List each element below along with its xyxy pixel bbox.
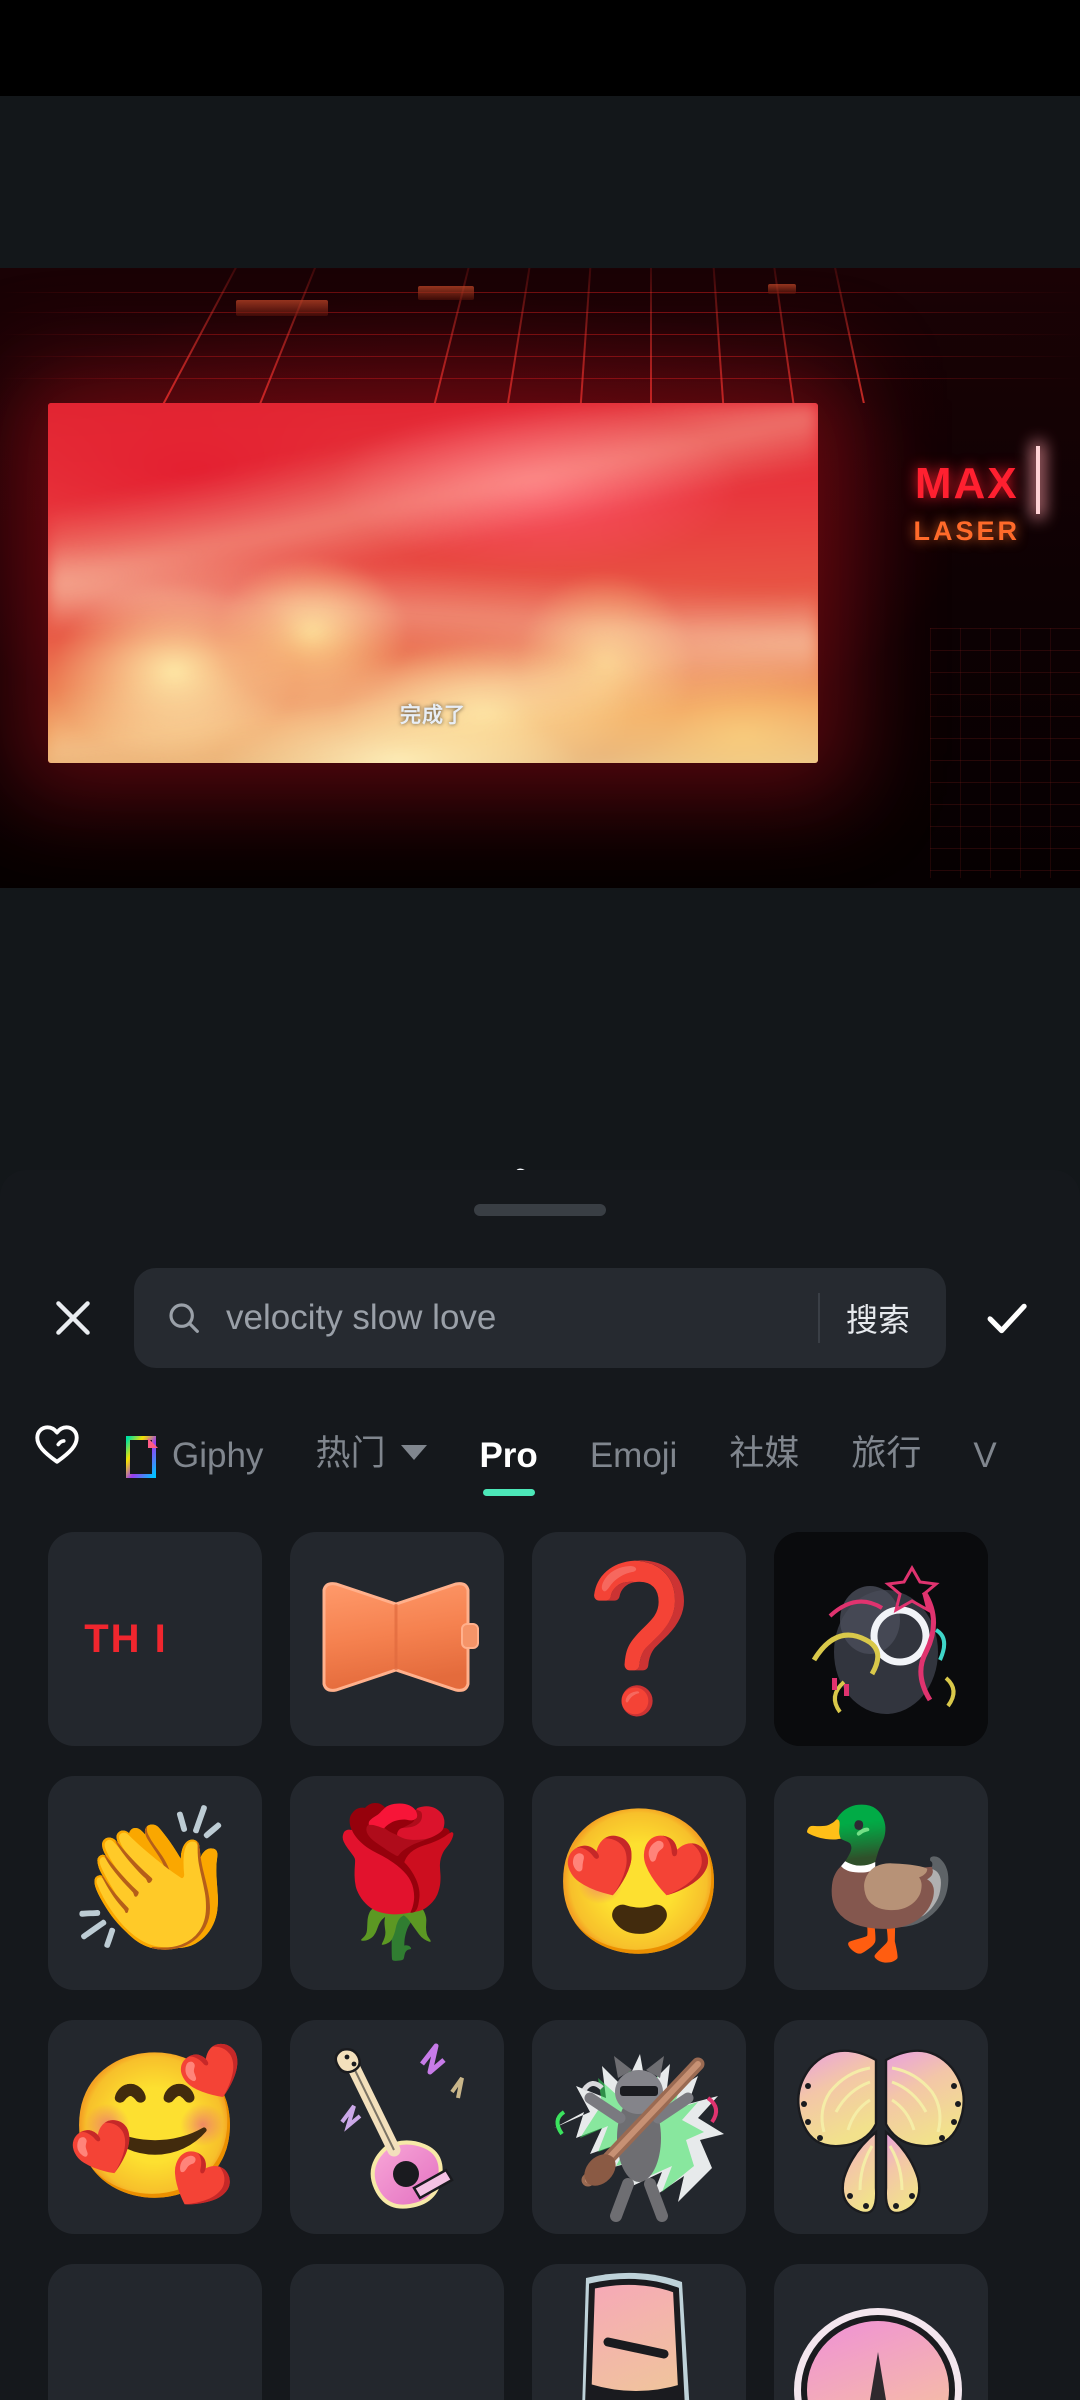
search-input[interactable] (204, 1298, 818, 1338)
placeholder-sticker[interactable] (48, 2264, 262, 2400)
tab-next-partial[interactable]: V (947, 1436, 1022, 1496)
sticker-picker-screen: 完成了 MAX LASER velocity slow love 搜索 Giph… (0, 0, 1080, 2400)
neon-graffiti-sticker[interactable] (774, 1532, 988, 1746)
sign-line-2: LASER (913, 515, 1020, 546)
tab-pro[interactable]: Pro (453, 1436, 563, 1496)
close-icon[interactable] (26, 1271, 120, 1365)
sticker-grid: TH I ❓ 👏 🌹 😍 🦆 🥰 (0, 1496, 1080, 2400)
rock-cat-sticker[interactable] (532, 2020, 746, 2234)
tab-label: 热门 (315, 1434, 386, 1473)
orange-bookmark-sticker[interactable] (290, 1532, 504, 1746)
text-sticker-thi[interactable]: TH I (48, 1532, 262, 1746)
drag-handle[interactable] (474, 1204, 606, 1216)
search-field-container[interactable]: 搜索 (134, 1268, 946, 1368)
pink-guitar-sticker[interactable] (290, 2020, 504, 2234)
giphy-icon (126, 1436, 160, 1478)
red-rose-sticker[interactable]: 🌹 (290, 1776, 504, 1990)
status-bar (0, 0, 1080, 96)
tab-giphy[interactable]: Giphy (100, 1436, 289, 1496)
sticker-glyph: 👏 (66, 1803, 244, 1962)
heart-outline-icon[interactable] (14, 1410, 100, 1496)
sticker-bottom-sheet: 搜索 (0, 1170, 1080, 2400)
sticker-text: TH I (84, 1616, 168, 1661)
pink-note-sticker[interactable] (532, 2264, 746, 2400)
tab-hot[interactable]: 热门 (289, 1425, 453, 1496)
tab-label: 旅行 (851, 1434, 922, 1473)
pink-circle-sticker[interactable] (774, 2264, 988, 2400)
rubber-duck-sticker[interactable]: 🦆 (774, 1776, 988, 1990)
sticker-glyph: 🦆 (792, 1803, 970, 1962)
sticker-glyph: 🥰 (66, 2047, 244, 2206)
tab-emoji[interactable]: Emoji (564, 1436, 704, 1496)
tab-label: Giphy (172, 1436, 264, 1475)
cinema-screen: 完成了 (48, 403, 818, 763)
category-tab-bar[interactable]: Giphy 热门 Pro Emoji 社媒 旅行 V (0, 1398, 1080, 1496)
active-tab-indicator (482, 1489, 535, 1496)
cinema-scene: 完成了 MAX LASER (0, 268, 1080, 888)
tab-label: Pro (479, 1436, 538, 1475)
tab-label: V (973, 1436, 997, 1475)
tab-travel[interactable]: 旅行 (825, 1425, 947, 1496)
side-wall-grid (930, 628, 1080, 878)
max-laser-sign: MAX LASER (913, 458, 1020, 548)
search-icon (164, 1298, 204, 1338)
neon-accent-bar (1036, 446, 1040, 514)
smiling-face-with-hearts-sticker[interactable]: 🥰 (48, 2020, 262, 2234)
sticker-glyph: 🌹 (308, 1803, 486, 1962)
clapping-hands-sticker[interactable]: 👏 (48, 1776, 262, 1990)
sticker-glyph: ❓ (550, 1559, 728, 1718)
video-caption-overlay: 完成了 (400, 704, 466, 727)
ceiling-lasers (0, 268, 1080, 403)
search-toolbar: 搜索 (0, 1262, 1080, 1374)
butterfly-wings-sticker[interactable] (774, 2020, 988, 2234)
chevron-down-icon (401, 1445, 428, 1460)
tab-label: Emoji (589, 1436, 678, 1475)
placeholder-sticker[interactable] (290, 2264, 504, 2400)
check-icon[interactable] (960, 1271, 1054, 1365)
question-mark-sticker[interactable]: ❓ (532, 1532, 746, 1746)
heart-eyes-face-sticker[interactable]: 😍 (532, 1776, 746, 1990)
sticker-glyph: 😍 (550, 1803, 728, 1962)
tab-social[interactable]: 社媒 (703, 1425, 825, 1496)
video-preview-stage[interactable]: 完成了 MAX LASER (0, 96, 1080, 1236)
search-submit-button[interactable]: 搜索 (820, 1295, 936, 1341)
tab-label: 社媒 (729, 1434, 800, 1473)
sign-line-1: MAX (914, 459, 1019, 508)
video-frame[interactable]: 完成了 MAX LASER (0, 268, 1080, 888)
